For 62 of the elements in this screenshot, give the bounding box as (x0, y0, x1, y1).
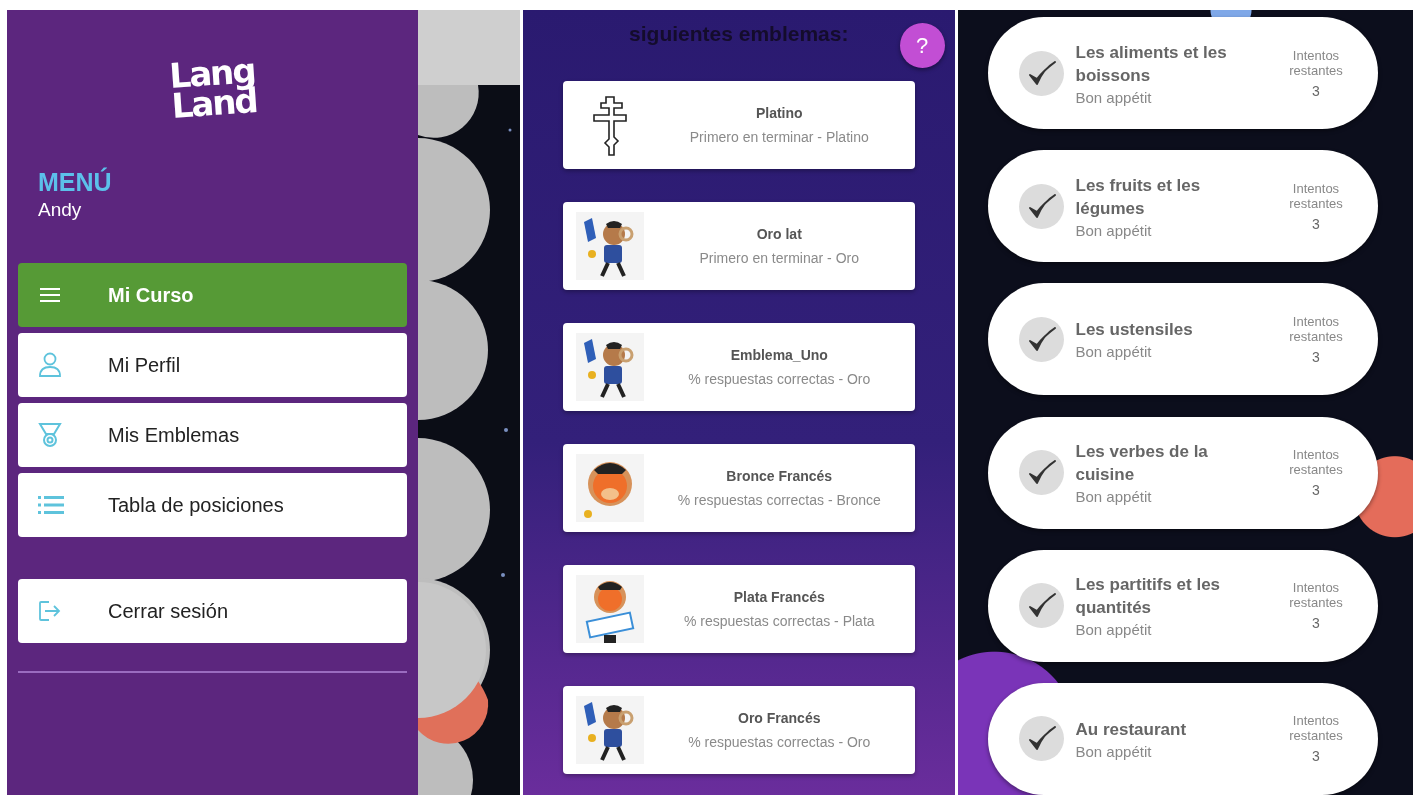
mascot-drawing (575, 333, 644, 401)
list-icon (38, 495, 64, 515)
menu-item[interactable]: Tabla de posiciones (18, 473, 407, 537)
menu-item[interactable]: Mi Curso (18, 263, 407, 327)
unit-name: Bon appétit (1075, 343, 1152, 361)
mascot-drawing (575, 454, 644, 522)
unit-name: Bon appétit (1075, 88, 1152, 106)
emblem-description: % respuestas correctas - Plata (683, 613, 875, 629)
emblem-description: % respuestas correctas - Oro (688, 371, 871, 387)
lesson-title: Les partitifs et les quantités (1075, 574, 1222, 620)
attempts-label: Intentos restantes (1288, 313, 1344, 344)
emblem-name: Emblema_Uno (730, 347, 828, 363)
unit-name: Bon appétit (1075, 621, 1152, 639)
attempts-label: Intentos restantes (1288, 713, 1344, 744)
app-logo: Lang Land (166, 54, 259, 122)
emblem-description: % respuestas correctas - Oro (688, 734, 871, 750)
lesson-card[interactable]: Les verbes de la cuisine Bon appétit Intentos restantes 3 (987, 416, 1378, 529)
attempts-label: Intentos restantes (1288, 47, 1344, 78)
menu-heading: MENÚ (38, 168, 112, 197)
lesson-card[interactable]: Les fruits et les légumes Bon appétit Intentos restantes 3 (987, 150, 1378, 263)
emblem-description: % respuestas correctas - Bronce (677, 492, 881, 508)
emblem-name: Plata Francés (733, 589, 825, 605)
attempts-label: Intentos restantes (1288, 180, 1344, 211)
mascot-drawing (575, 696, 644, 764)
menu-icon (38, 286, 62, 304)
logout-icon (38, 600, 62, 622)
emblem-name: Platino (755, 105, 803, 121)
menu-item[interactable]: Mi Perfil (18, 333, 407, 397)
emblem-name: Oro lat (756, 226, 802, 242)
lesson-title: Les aliments et les boissons (1075, 41, 1228, 87)
emblem-description: Primero en terminar - Oro (699, 250, 859, 266)
emblem-description: Primero en terminar - Platino (689, 129, 869, 145)
attempts-count: 3 (1312, 482, 1320, 499)
medal-icon (38, 422, 62, 448)
lesson-card[interactable]: Les ustensiles Bon appétit Intentos restantes 3 (987, 283, 1378, 396)
attempts-label: Intentos restantes (1288, 580, 1344, 611)
lesson-card[interactable]: Les partitifs et les quantités Bon appétit Intentos restantes 3 (987, 549, 1378, 662)
attempts-count: 3 (1312, 82, 1320, 99)
lesson-title: Les ustensiles (1075, 319, 1194, 342)
attempts-count: 3 (1312, 215, 1320, 232)
attempts-count: 3 (1312, 748, 1320, 765)
lesson-title: Les fruits et les légumes (1075, 174, 1202, 220)
mascot-drawing (575, 575, 644, 643)
unit-name: Bon appétit (1075, 488, 1152, 506)
unit-name: Bon appétit (1075, 221, 1152, 239)
emblem-name: Oro Francés (738, 710, 821, 726)
lesson-title: Les verbes de la cuisine (1075, 441, 1209, 487)
lesson-card[interactable]: Au restaurant Bon appétit Intentos restantes 3 (987, 682, 1378, 795)
menu-item[interactable]: Cerrar sesión (18, 579, 407, 643)
menu-item[interactable]: Mis Emblemas (18, 403, 407, 467)
person-icon (38, 352, 62, 378)
user-name: Andy (38, 199, 82, 221)
mascot-drawing (575, 212, 644, 280)
unit-name: Bon appétit (1075, 742, 1152, 760)
lesson-title: Au restaurant (1075, 718, 1188, 741)
lesson-card[interactable]: Les aliments et les boissons Bon appétit Intentos restantes 3 (987, 17, 1378, 129)
help-button[interactable]: ? (899, 23, 945, 68)
attempts-label: Intentos restantes (1288, 447, 1344, 478)
emblem-name: Bronce Francés (726, 468, 833, 484)
attempts-count: 3 (1312, 348, 1320, 365)
attempts-count: 3 (1312, 615, 1320, 632)
page-heading: siguientes emblemas: (629, 22, 849, 46)
